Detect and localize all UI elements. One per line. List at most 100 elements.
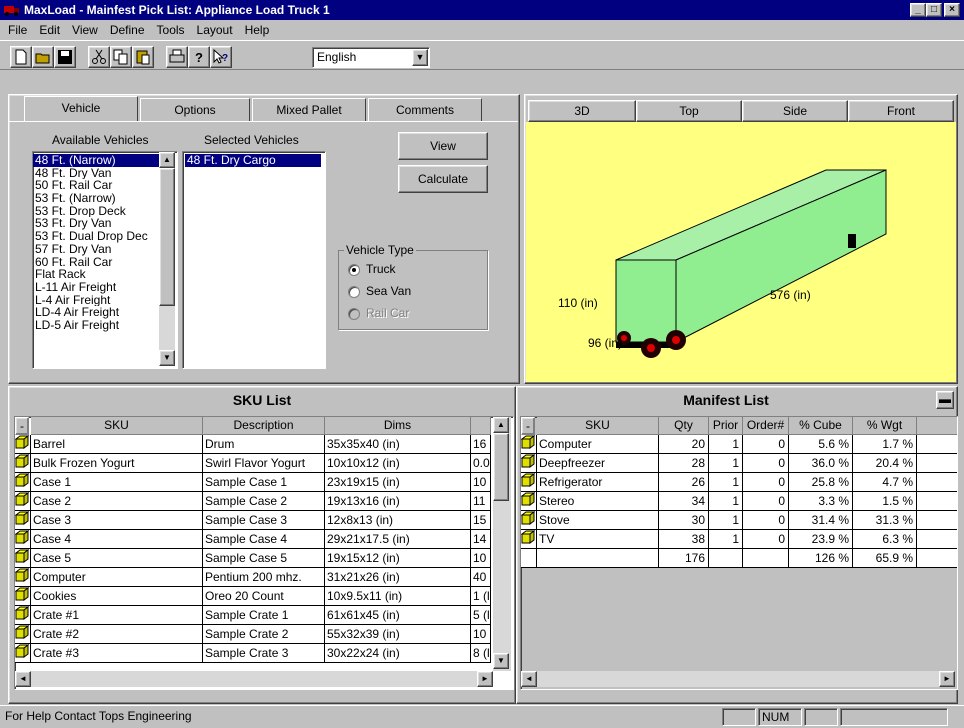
sku-hscrollbar[interactable]: ◄ ►	[15, 671, 493, 687]
manifest-col-header-extra[interactable]	[917, 417, 957, 435]
radio-truck-label[interactable]: Truck	[366, 262, 396, 276]
open-button[interactable]	[32, 46, 54, 68]
vehicle-list-item[interactable]: 53 Ft. Drop Deck	[33, 205, 159, 218]
table-row[interactable]: TV 38 1 0 23.9 % 6.3 %	[521, 530, 957, 549]
view-top-button[interactable]: Top	[636, 100, 742, 122]
selected-vehicles-list[interactable]: 48 Ft. Dry Cargo	[182, 151, 326, 369]
print-button[interactable]	[166, 46, 188, 68]
table-row[interactable]: Deepfreezer 28 1 0 36.0 % 20.4 %	[521, 454, 957, 473]
tab-comments[interactable]: Comments	[368, 98, 482, 122]
scroll-thumb[interactable]	[159, 168, 175, 306]
sku-col-header-dims[interactable]: Dims	[325, 417, 471, 435]
vehicle-list-item[interactable]: 53 Ft. Dry Van	[33, 217, 159, 230]
vehicle-list-item[interactable]: 48 Ft. Dry Van	[33, 167, 159, 180]
view-3d-button[interactable]: 3D	[528, 100, 636, 122]
table-row[interactable]: Case 2 Sample Case 2 19x13x16 (in) 11	[15, 492, 491, 511]
vehicle-list-item[interactable]: 53 Ft. Dual Drop Dec	[33, 230, 159, 243]
scroll-down-arrow-icon[interactable]: ▼	[159, 350, 175, 366]
sku-col-header-sku[interactable]: SKU	[31, 417, 203, 435]
copy-button[interactable]	[110, 46, 132, 68]
table-row[interactable]: Bulk Frozen Yogurt Swirl Flavor Yogurt 10x…	[15, 454, 491, 473]
table-row[interactable]: Crate #3 Sample Crate 3 30x22x24 (in) 8 (l	[15, 644, 491, 663]
view-front-button[interactable]: Front	[848, 100, 954, 122]
menu-file[interactable]: File	[0, 20, 33, 40]
radio-sea-van-label[interactable]: Sea Van	[366, 284, 411, 298]
view-side-button[interactable]: Side	[742, 100, 848, 122]
sku-col-header-description[interactable]: Description	[203, 417, 325, 435]
tab-mixed-pallet[interactable]: Mixed Pallet	[252, 98, 366, 122]
scroll-down-arrow-icon[interactable]: ▼	[493, 653, 509, 669]
table-row[interactable]: Computer 20 1 0 5.6 % 1.7 %	[521, 435, 957, 454]
scroll-left-arrow-icon[interactable]: ◄	[521, 671, 537, 687]
scroll-left-arrow-icon[interactable]: ◄	[15, 671, 31, 687]
language-select[interactable]: English ▼	[312, 47, 430, 68]
manifest-hscrollbar[interactable]: ◄ ►	[521, 671, 955, 687]
menu-layout[interactable]: Layout	[191, 20, 239, 40]
context-help-icon[interactable]: ?	[210, 46, 232, 68]
menu-tools[interactable]: Tools	[151, 20, 191, 40]
manifest-col-header-wgt[interactable]: % Wgt	[853, 417, 917, 435]
app-truck-icon[interactable]	[4, 3, 20, 17]
paste-button[interactable]	[132, 46, 154, 68]
manifest-grid-corner[interactable]: -	[521, 417, 535, 435]
vehicle-list-item[interactable]: LD-4 Air Freight	[33, 306, 159, 319]
tab-vehicle[interactable]: Vehicle	[24, 96, 138, 122]
manifest-grid[interactable]: - SKU Qty Prior Order# % Cube % Wgt Comp…	[520, 416, 958, 690]
menu-define[interactable]: Define	[104, 20, 151, 40]
scroll-right-arrow-icon[interactable]: ►	[477, 671, 493, 687]
manifest-col-header-prior[interactable]: Prior	[709, 417, 743, 435]
chevron-down-icon[interactable]: ▼	[412, 49, 428, 66]
scroll-thumb[interactable]	[493, 433, 509, 501]
vehicle-list-item[interactable]: 60 Ft. Rail Car	[33, 256, 159, 269]
cut-button[interactable]	[88, 46, 110, 68]
new-button[interactable]	[10, 46, 32, 68]
table-row[interactable]: Case 3 Sample Case 3 12x8x13 (in) 15	[15, 511, 491, 530]
close-button[interactable]: ×	[944, 3, 960, 17]
tab-options[interactable]: Options	[140, 98, 250, 122]
view-button[interactable]: View	[398, 132, 488, 160]
menu-help[interactable]: Help	[239, 20, 276, 40]
table-row[interactable]: Stove 30 1 0 31.4 % 31.3 %	[521, 511, 957, 530]
radio-sea-van[interactable]	[348, 286, 360, 298]
menu-view[interactable]: View	[66, 20, 104, 40]
manifest-col-header-sku[interactable]: SKU	[537, 417, 659, 435]
manifest-col-header-cube[interactable]: % Cube	[789, 417, 853, 435]
table-row[interactable]: Barrel Drum 35x35x40 (in) 16	[15, 435, 491, 454]
scroll-up-arrow-icon[interactable]: ▲	[493, 417, 509, 433]
scroll-right-arrow-icon[interactable]: ►	[939, 671, 955, 687]
minimize-button[interactable]: _	[910, 3, 926, 17]
sku-grid[interactable]: - SKU Description Dims Barrel Drum 35x35x4…	[14, 416, 514, 690]
menu-edit[interactable]: Edit	[33, 20, 66, 40]
vehicle-list-item[interactable]: LD-5 Air Freight	[33, 319, 159, 332]
minimize-panel-icon[interactable]: ▬	[936, 391, 954, 409]
table-row[interactable]: Case 1 Sample Case 1 23x19x15 (in) 10	[15, 473, 491, 492]
scroll-up-arrow-icon[interactable]: ▲	[159, 152, 175, 168]
vehicle-list-item[interactable]: 50 Ft. Rail Car	[33, 179, 159, 192]
vehicle-list-item[interactable]: Flat Rack	[33, 268, 159, 281]
sku-col-header-extra[interactable]	[471, 417, 491, 435]
vehicle-list-item[interactable]: L-11 Air Freight	[33, 281, 159, 294]
save-button[interactable]	[54, 46, 76, 68]
sku-vscrollbar[interactable]: ▲ ▼	[493, 417, 511, 671]
radio-truck[interactable]	[348, 264, 360, 276]
table-row[interactable]: Crate #1 Sample Crate 1 61x61x45 (in) 5 (l	[15, 606, 491, 625]
manifest-col-header-qty[interactable]: Qty	[659, 417, 709, 435]
available-vehicles-list[interactable]: 48 Ft. (Narrow) 48 Ft. Dry Van 50 Ft. Rail…	[32, 151, 178, 369]
table-row[interactable]: Case 4 Sample Case 4 29x21x17.5 (in) 14	[15, 530, 491, 549]
available-scrollbar[interactable]: ▲ ▼	[159, 152, 175, 366]
maximize-button[interactable]: □	[926, 3, 942, 17]
vehicle-list-item[interactable]: L-4 Air Freight	[33, 294, 159, 307]
table-row[interactable]: Computer Pentium 200 mhz. 31x21x26 (in) 40	[15, 568, 491, 587]
table-row[interactable]: Refrigerator 26 1 0 25.8 % 4.7 %	[521, 473, 957, 492]
selected-vehicle-item[interactable]: 48 Ft. Dry Cargo	[185, 154, 321, 167]
vehicle-list-item[interactable]: 48 Ft. (Narrow)	[33, 154, 159, 167]
3d-viewport[interactable]: 110 (in) 576 (in) 96 (in)	[526, 122, 956, 382]
vehicle-list-item[interactable]: 53 Ft. (Narrow)	[33, 192, 159, 205]
vehicle-list-item[interactable]: 57 Ft. Dry Van	[33, 243, 159, 256]
table-row[interactable]: Crate #2 Sample Crate 2 55x32x39 (in) 10	[15, 625, 491, 644]
help-icon[interactable]: ?	[188, 46, 210, 68]
sku-grid-corner[interactable]: -	[15, 417, 29, 435]
manifest-col-header-order[interactable]: Order#	[743, 417, 789, 435]
calculate-button[interactable]: Calculate	[398, 165, 488, 193]
table-row[interactable]: Stereo 34 1 0 3.3 % 1.5 %	[521, 492, 957, 511]
